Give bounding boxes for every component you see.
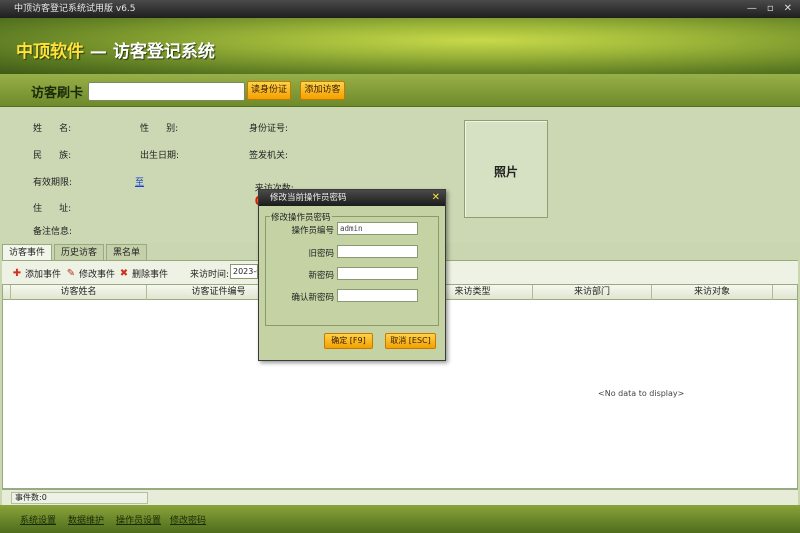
add-visitor-button[interactable]: 添加访客 bbox=[300, 81, 345, 100]
change-password-dialog: 修改当前操作员密码 ✕ 修改操作员密码 操作员编号 admin 旧密码 新密码 … bbox=[258, 189, 446, 361]
photo-frame: 照片 bbox=[464, 120, 548, 218]
cancel-button[interactable]: 取消 [ESC] bbox=[385, 333, 436, 349]
dialog-titlebar: 修改当前操作员密码 ✕ bbox=[259, 190, 445, 206]
footer-nav: 系统设置 数据维护 操作员设置 修改密码 bbox=[0, 505, 800, 533]
system-settings-link[interactable]: 系统设置 bbox=[20, 513, 56, 526]
validity-label: 有效期限: bbox=[33, 178, 73, 188]
photo-label: 照片 bbox=[493, 165, 518, 179]
old-password-field[interactable] bbox=[337, 245, 418, 258]
confirm-password-label: 确认新密码 bbox=[291, 293, 334, 303]
confirm-button[interactable]: 确定 [F9] bbox=[324, 333, 373, 349]
address-label: 住 址: bbox=[33, 204, 72, 214]
window-title: 中顶访客登记系统试用版 v6.5 bbox=[14, 4, 136, 14]
add-icon: ✚ bbox=[12, 267, 22, 279]
close-icon[interactable]: ✕ bbox=[784, 0, 792, 18]
dialog-close-icon[interactable]: ✕ bbox=[432, 190, 440, 206]
visitor-tabs: 访客事件 历史访客 黑名单 bbox=[2, 244, 148, 260]
grid-indicator-column bbox=[3, 285, 11, 300]
system-name: 访客登记系统 bbox=[112, 42, 215, 62]
validity-to-link[interactable]: 至 bbox=[135, 175, 144, 188]
column-header-visit-host[interactable]: 来访对象 bbox=[652, 285, 773, 300]
password-groupbox: 修改操作员密码 操作员编号 admin 旧密码 新密码 确认新密码 bbox=[265, 211, 439, 326]
delete-icon: ✖ bbox=[119, 267, 129, 279]
remarks-label: 备注信息: bbox=[33, 227, 73, 237]
restore-icon[interactable]: ▫ bbox=[767, 0, 774, 18]
card-swipe-input[interactable] bbox=[88, 82, 245, 101]
gender-label: 性 别: bbox=[140, 124, 179, 134]
old-password-label: 旧密码 bbox=[308, 249, 334, 259]
confirm-password-field[interactable] bbox=[337, 289, 418, 302]
edit-icon: ✎ bbox=[66, 267, 76, 279]
minimize-icon[interactable]: — bbox=[747, 0, 757, 18]
ethnicity-label: 民 族: bbox=[33, 151, 72, 161]
status-bar: 事件数:0 bbox=[2, 489, 798, 505]
change-password-link[interactable]: 修改密码 bbox=[170, 513, 206, 526]
add-event-label: 添加事件 bbox=[25, 270, 62, 280]
delete-event-label: 删除事件 bbox=[132, 270, 169, 280]
new-password-field[interactable] bbox=[337, 267, 418, 280]
tab-history-visitors[interactable]: 历史访客 bbox=[54, 244, 105, 260]
password-group-title: 修改操作员密码 bbox=[270, 211, 332, 223]
delete-event-button[interactable]: ✖ 删除事件 bbox=[119, 267, 168, 280]
edit-event-label: 修改事件 bbox=[79, 270, 116, 280]
name-label: 姓 名: bbox=[33, 124, 72, 134]
data-maintenance-link[interactable]: 数据维护 bbox=[68, 513, 104, 526]
brand-name: 中顶软件 bbox=[16, 42, 84, 62]
new-password-label: 新密码 bbox=[308, 271, 334, 281]
column-header-visit-department[interactable]: 来访部门 bbox=[533, 285, 652, 300]
grid-empty-text: <No data to display> bbox=[598, 389, 685, 398]
add-event-button[interactable]: ✚ 添加事件 bbox=[12, 267, 61, 280]
operator-id-field[interactable]: admin bbox=[337, 222, 418, 235]
birthdate-label: 出生日期: bbox=[140, 151, 180, 161]
read-id-card-button[interactable]: 读身份证 bbox=[247, 81, 291, 100]
banner-separator: — bbox=[89, 42, 107, 62]
visit-time-label: 来访时间: bbox=[190, 270, 230, 280]
tab-blacklist[interactable]: 黑名单 bbox=[106, 244, 148, 260]
window-controls: — ▫ ✕ bbox=[747, 0, 792, 18]
dialog-title: 修改当前操作员密码 bbox=[270, 193, 347, 203]
window-titlebar: 中顶访客登记系统试用版 v6.5 — ▫ ✕ bbox=[0, 0, 800, 18]
operator-id-label: 操作员编号 bbox=[291, 226, 334, 236]
edit-event-button[interactable]: ✎ 修改事件 bbox=[66, 267, 115, 280]
column-header-visitor-name[interactable]: 访客姓名 bbox=[11, 285, 147, 300]
visit-time-date-input[interactable]: 2023-0 bbox=[230, 264, 258, 279]
event-count: 事件数:0 bbox=[11, 492, 148, 504]
app-banner: 中顶软件 — 访客登记系统 bbox=[0, 18, 800, 74]
operator-settings-link[interactable]: 操作员设置 bbox=[116, 513, 161, 526]
banner-title: 中顶软件 — 访客登记系统 bbox=[16, 37, 215, 62]
tab-visitor-events[interactable]: 访客事件 bbox=[2, 244, 53, 260]
card-swipe-label: 访客刷卡 bbox=[31, 86, 84, 101]
id-number-label: 身份证号: bbox=[249, 124, 289, 134]
issuer-label: 签发机关: bbox=[249, 151, 289, 161]
